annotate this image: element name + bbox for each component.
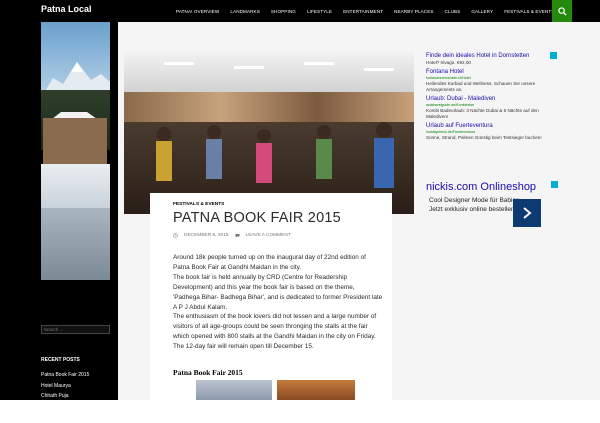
post-paragraph: The book fair is held annually by CRD (C… xyxy=(173,273,383,311)
text-ad-block: Finde dein ideales Hotel in Dornstetten … xyxy=(426,52,558,143)
display-ad-arrow-button[interactable] xyxy=(513,199,541,227)
ad-description: Sonne, Strand, Palmen Günstig beim Tests… xyxy=(426,135,542,140)
recent-posts-list: Patna Book Fair 2015 Hotel Maurya Chhath… xyxy=(41,370,89,423)
recent-post-link[interactable]: Happy Dussehra! xyxy=(41,402,89,413)
clock-icon xyxy=(173,233,178,238)
site-title[interactable]: Patna Local xyxy=(41,4,92,14)
adchoices-icon[interactable] xyxy=(551,181,558,188)
nav-item-entertainment[interactable]: ENTERTAINMENT xyxy=(343,9,383,14)
recent-post-link[interactable]: Hotel Maurya xyxy=(41,381,89,392)
post-meta: DECEMBER 8, 2015 LEAVE A COMMENT xyxy=(173,233,291,238)
nav-item-festivals-events[interactable]: FESTIVALS & EVENTS xyxy=(504,9,554,14)
chevron-right-icon xyxy=(523,207,532,219)
ad-description: Hotel? trivago. €92,00 xyxy=(426,60,471,65)
lake xyxy=(41,208,110,280)
sidebar-hotel-image[interactable] xyxy=(41,22,110,280)
adchoices-icon[interactable] xyxy=(550,52,557,59)
ad-title[interactable]: Fontana Hotel xyxy=(426,68,558,76)
ad-title[interactable]: Urlaub: Dubai - Malediven xyxy=(426,95,558,103)
recent-post-link[interactable]: Patna Book Fair 2015 xyxy=(41,370,89,381)
search-toggle-button[interactable] xyxy=(552,0,572,22)
sidebar-search-input[interactable]: Search ... xyxy=(41,325,110,334)
nav-item-shopping[interactable]: SHOPPING xyxy=(271,9,296,14)
nav-item-lifestyle[interactable]: LIFESTYLE xyxy=(307,9,332,14)
nav-item-nearby-places[interactable]: NEARBY PLACES xyxy=(394,9,434,14)
snow-field xyxy=(41,164,110,208)
hotel-building xyxy=(43,118,107,166)
post-date[interactable]: DECEMBER 8, 2015 xyxy=(184,233,229,238)
top-bar: Patna Local PATNA! OVERVIEW LANDMARKS SH… xyxy=(0,0,600,22)
comment-icon xyxy=(235,234,240,238)
ad-description: Kombi Badeurlaub: 3 Nächte Dubai & 6 Näc… xyxy=(426,108,539,119)
ad-item[interactable]: Finde dein ideales Hotel in Dornstetten … xyxy=(426,52,558,66)
post-title[interactable]: PATNA BOOK FAIR 2015 xyxy=(173,210,341,226)
sidebar: Search ... RECENT POSTS Patna Book Fair … xyxy=(0,22,118,420)
nav-item-overview[interactable]: PATNA! OVERVIEW xyxy=(176,9,219,14)
nav-item-gallery[interactable]: GALLERY xyxy=(471,9,493,14)
recent-posts-heading: RECENT POSTS xyxy=(41,357,80,363)
main-nav: PATNA! OVERVIEW LANDMARKS SHOPPING LIFES… xyxy=(176,0,565,22)
ad-item[interactable]: Fontana Hotel fontanavereinsheim.nl/Hote… xyxy=(426,68,558,93)
ad-description: Heilendes Kurbad und Wellness. Schauen S… xyxy=(426,81,536,92)
gallery-heading: Patna Book Fair 2015 xyxy=(173,368,243,377)
nav-item-landmarks[interactable]: LANDMARKS xyxy=(230,9,260,14)
recent-post-link[interactable]: Welcome Monsoons! xyxy=(41,412,89,423)
post-paragraph: Around 18k people turned up on the inaug… xyxy=(173,254,366,271)
ad-item[interactable]: Urlaub auf Fuerteventura holidaycheck.de… xyxy=(426,122,558,141)
post-paragraph: The enthusiasm of the book lovers did no… xyxy=(173,313,377,351)
display-ad-title[interactable]: nickis.com Onlineshop xyxy=(426,181,558,193)
nav-item-clubs[interactable]: CLUBS xyxy=(445,9,461,14)
ad-title[interactable]: Urlaub auf Fuerteventura xyxy=(426,122,558,130)
ad-item[interactable]: Urlaub: Dubai - Malediven asiatravelguid… xyxy=(426,95,558,120)
gallery-thumbnail[interactable] xyxy=(277,380,355,400)
ad-title[interactable]: Finde dein ideales Hotel in Dornstetten xyxy=(426,52,558,60)
search-icon xyxy=(557,6,567,16)
post-body: Around 18k people turned up on the inaug… xyxy=(173,253,383,352)
post-category[interactable]: FESTIVALS & EVENTS xyxy=(173,202,224,207)
leave-comment-link[interactable]: LEAVE A COMMENT xyxy=(246,233,291,238)
gallery-thumbnail[interactable] xyxy=(196,380,272,400)
ceiling-lights xyxy=(164,62,394,71)
featured-image[interactable] xyxy=(124,52,414,214)
